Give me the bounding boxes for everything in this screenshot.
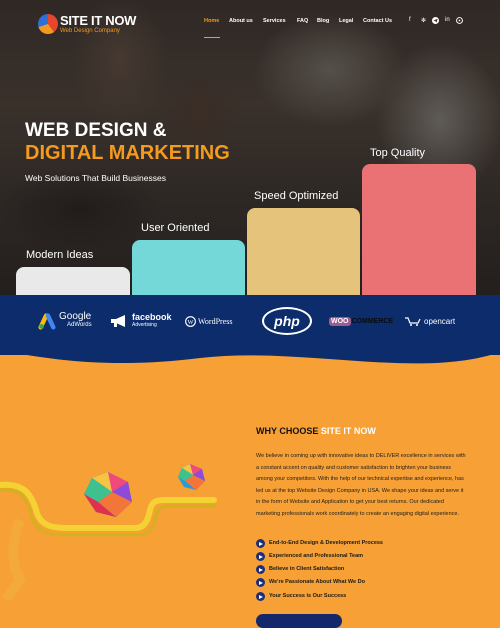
- partner-facebook-advertising: facebook Advertising: [110, 305, 172, 337]
- partner-woo-label: WOO: [329, 316, 351, 326]
- hero-title-line2: DIGITAL MARKETING: [25, 142, 230, 164]
- arrow-bullet-icon: [256, 565, 265, 574]
- partner-google-name: Google: [59, 311, 92, 322]
- partner-wordpress: W WordPress: [185, 305, 232, 337]
- partner-php: php: [262, 305, 312, 337]
- why-choose-title-prefix: WHY CHOOSE: [256, 426, 319, 436]
- nav-blog[interactable]: Blog: [317, 18, 329, 24]
- arrow-bullet-icon: [256, 552, 265, 561]
- hero-section: SITE IT NOW Web Design Company Home Abou…: [0, 0, 500, 295]
- hero-bar-label-modern-ideas: Modern Ideas: [26, 249, 94, 261]
- polyhedron-small-icon: [178, 464, 205, 490]
- partner-woocommerce: WOO COMMERCE: [329, 305, 393, 337]
- partner-opencart: opencart: [404, 305, 455, 337]
- logo-subtitle: Web Design Company: [60, 28, 120, 34]
- logo-title: SITE IT NOW: [60, 13, 137, 28]
- feature-item-label: Your Success is Our Success: [269, 593, 347, 599]
- megaphone-icon: [111, 315, 125, 327]
- nav-active-indicator: [204, 37, 220, 38]
- partner-commerce-label: COMMERCE: [351, 317, 394, 325]
- hero-bar-speed-optimized: [247, 208, 360, 295]
- hero-bar-modern-ideas: [16, 267, 130, 295]
- nav-legal[interactable]: Legal: [339, 18, 353, 24]
- hero-bar-label-user-oriented: User Oriented: [141, 222, 210, 234]
- hero-bar-label-top-quality: Top Quality: [370, 147, 426, 159]
- nav-about-us[interactable]: About us: [229, 18, 253, 24]
- why-choose-paragraph: We believe in coming up with innovative …: [256, 453, 466, 517]
- google-adwords-icon: [38, 313, 56, 330]
- nav-contact-us[interactable]: Contact Us: [363, 18, 392, 24]
- yelp-icon[interactable]: ✻: [421, 17, 426, 24]
- cta-button[interactable]: [256, 614, 342, 628]
- linkedin-icon[interactable]: in: [445, 17, 450, 23]
- cart-icon: [405, 317, 421, 326]
- feature-item-label: Experienced and Professional Team: [269, 553, 364, 559]
- arrow-bullet-icon: [256, 592, 265, 601]
- partner-wordpress-label: WordPress: [198, 316, 233, 326]
- polyhedron-large-icon: [84, 472, 132, 517]
- arrow-bullet-icon: [256, 578, 265, 587]
- partner-google-adwords: Google AdWords: [38, 305, 92, 337]
- partner-google-sub: AdWords: [67, 322, 92, 328]
- arrow-bullet-icon: [256, 539, 265, 548]
- feature-item-label: Believe in Client Satisfaction: [269, 566, 345, 572]
- hero-title-line1: WEB DESIGN &: [25, 120, 167, 141]
- nav-faq[interactable]: FAQ: [297, 18, 308, 24]
- site-logo[interactable]: SITE IT NOW Web Design Company: [38, 12, 138, 36]
- section-wave-divider: [0, 340, 500, 364]
- nav-home[interactable]: Home: [204, 18, 219, 24]
- partner-facebook-sub: Advertising: [132, 322, 157, 328]
- hero-bar-top-quality: [362, 164, 476, 295]
- social-links: f ✻ in: [409, 17, 464, 27]
- hero-tagline: Web Solutions That Build Businesses: [25, 173, 166, 183]
- feature-item-label: We're Passionate About What We Do: [269, 579, 365, 585]
- partner-opencart-label: opencart: [424, 316, 456, 326]
- partner-facebook-name: facebook: [132, 312, 172, 322]
- wordpress-icon: W: [185, 315, 196, 327]
- nav-services[interactable]: Services: [263, 18, 286, 24]
- logo-mark-icon: [38, 14, 58, 34]
- svg-text:W: W: [187, 319, 194, 326]
- hero-bar-user-oriented: [132, 240, 245, 295]
- facebook-icon[interactable]: f: [409, 17, 411, 23]
- pinterest-icon[interactable]: [456, 17, 463, 24]
- why-choose-title: WHY CHOOSE SITE IT NOW: [256, 426, 376, 436]
- why-choose-title-highlight: SITE IT NOW: [320, 426, 376, 436]
- feature-item-label: End-to-End Design & Development Process: [269, 540, 383, 546]
- hero-bar-label-speed-optimized: Speed Optimized: [254, 190, 339, 202]
- why-choose-illustration: [0, 464, 217, 600]
- telegram-icon[interactable]: [432, 17, 439, 24]
- partner-php-label: php: [274, 313, 300, 329]
